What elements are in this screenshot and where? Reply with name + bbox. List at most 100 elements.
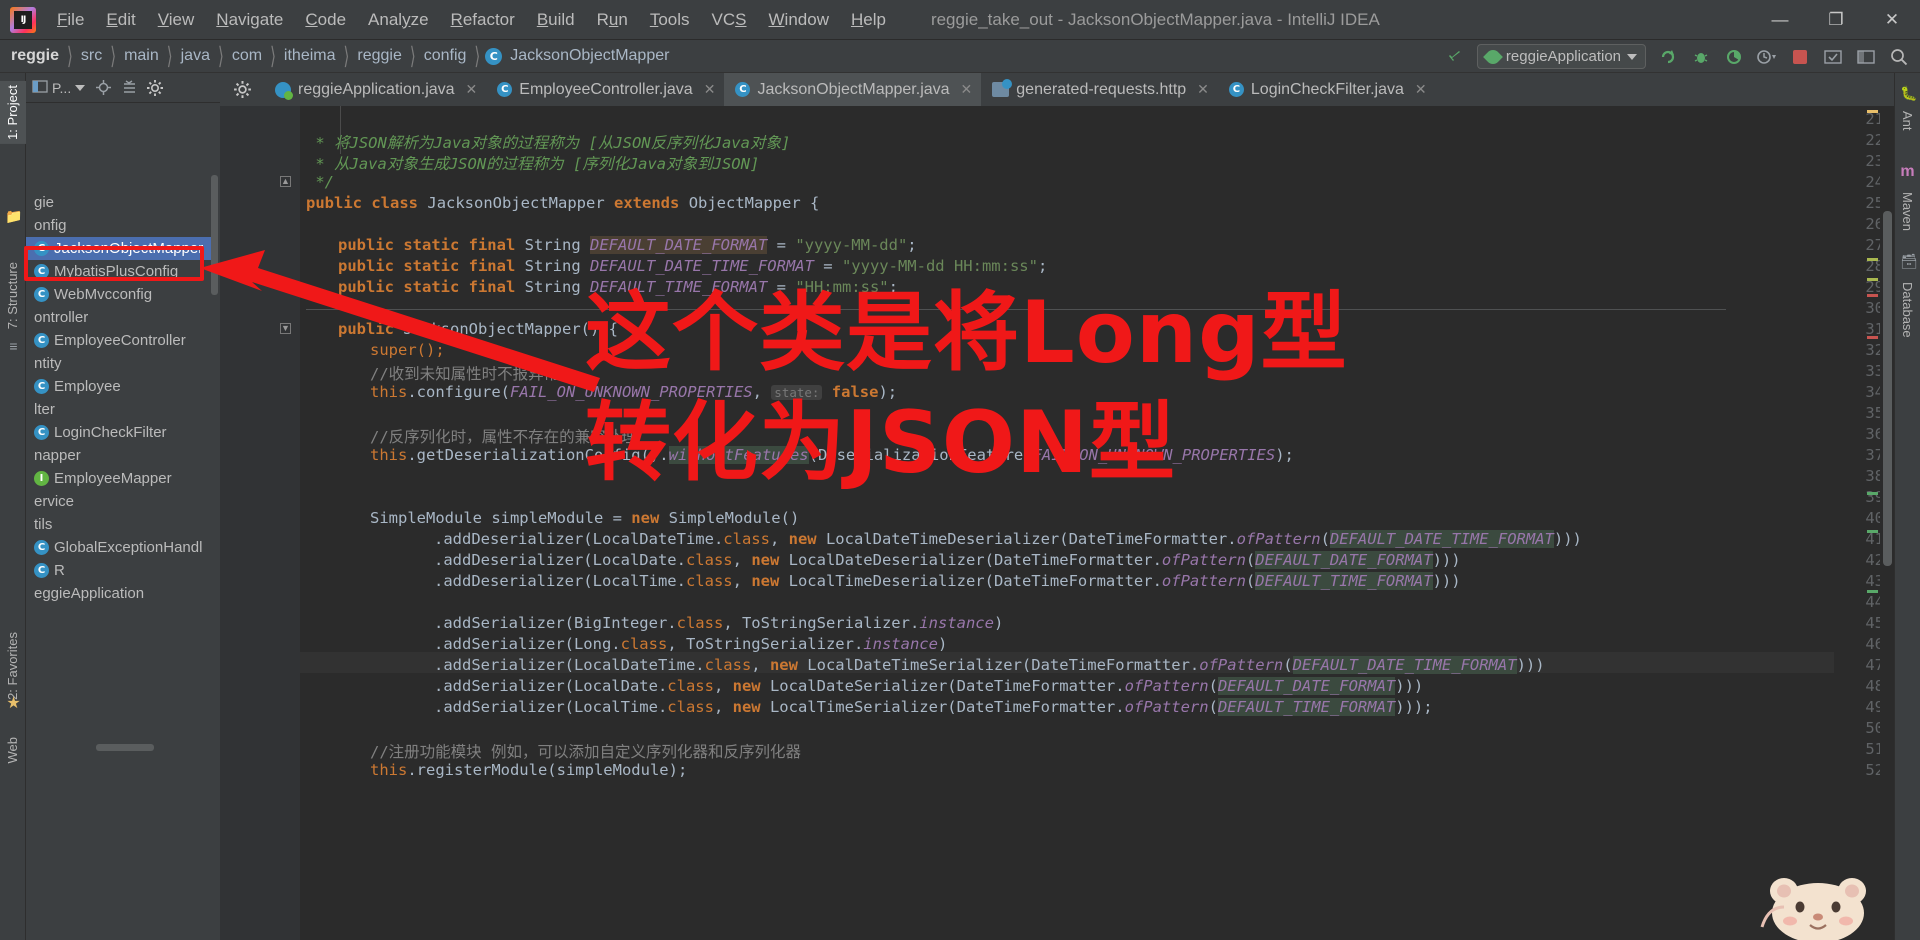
menu-item-edit[interactable]: Edit	[95, 6, 146, 34]
run-configuration-selector[interactable]: reggieApplication	[1476, 44, 1646, 69]
breadcrumb-item-itheima[interactable]: itheima	[281, 45, 339, 67]
menu-bar[interactable]: File Edit View Navigate Code Analyze Ref…	[46, 0, 897, 40]
close-icon[interactable]: ✕	[961, 81, 973, 98]
layout-icon[interactable]	[1851, 43, 1881, 70]
left-tool-strip[interactable]: 1: Project 📁 7: Structure ≡ 2: Favorites…	[0, 73, 26, 940]
minimize-button[interactable]: —	[1752, 0, 1808, 40]
project-panel-header[interactable]: P...	[26, 73, 220, 103]
fold-marker-icon[interactable]: ▲	[280, 176, 291, 187]
tree-item-jacksonobjectmapper[interactable]: C JacksonObjectMapper	[26, 237, 212, 260]
favorites-star-icon[interactable]: ★	[5, 693, 22, 712]
error-marker[interactable]	[1867, 336, 1878, 339]
tab-logincheckfilter-java[interactable]: C LoginCheckFilter.java ✕	[1217, 73, 1436, 106]
main-toolbar[interactable]: reggieApplication	[1440, 40, 1914, 73]
debug-icon[interactable]	[1686, 43, 1716, 70]
tab-employeecontroller-java[interactable]: C EmployeeController.java ✕	[486, 73, 725, 106]
sidebar-item-maven[interactable]: Maven	[1894, 188, 1920, 235]
project-tree-horizontal-scrollbar-area[interactable]	[26, 740, 220, 754]
tree-item-filter[interactable]: lter	[26, 398, 220, 421]
sidebar-item-ant[interactable]: Ant	[1894, 107, 1920, 135]
breadcrumb-item-reggie2[interactable]: reggie	[354, 45, 404, 67]
project-view-selector[interactable]: P...	[28, 77, 89, 98]
settings-gear-icon[interactable]	[143, 76, 167, 100]
tree-item-controller[interactable]: ontroller	[26, 306, 220, 329]
sidebar-item-project[interactable]: 1: Project	[0, 81, 26, 144]
search-everywhere-icon[interactable]	[1884, 43, 1914, 70]
error-marker[interactable]	[1867, 294, 1878, 297]
tree-item-mybatisplusconfig[interactable]: C MybatisPlusConfig	[26, 260, 220, 283]
tree-item-service[interactable]: ervice	[26, 490, 220, 513]
rerun-icon[interactable]	[1653, 43, 1683, 70]
build-hammer-icon[interactable]	[1440, 43, 1470, 70]
tab-jacksonobjectmapper-java[interactable]: C JacksonObjectMapper.java ✕	[724, 73, 982, 106]
editor-tab-bar[interactable]: reggieApplication.java ✕ C EmployeeContr…	[220, 73, 1894, 106]
tree-item-employee[interactable]: C Employee	[26, 375, 220, 398]
menu-item-tools[interactable]: Tools	[639, 6, 701, 34]
structure-icon[interactable]: ≡	[5, 338, 22, 355]
breadcrumb-item-com[interactable]: com	[229, 45, 265, 67]
tab-generated-requests-http[interactable]: generated-requests.http ✕	[981, 73, 1218, 106]
change-marker[interactable]	[1867, 590, 1878, 593]
collapse-all-icon[interactable]	[117, 76, 141, 100]
menu-item-build[interactable]: Build	[526, 6, 586, 34]
tree-item-reggie[interactable]: gie	[26, 191, 220, 214]
menu-item-window[interactable]: Window	[758, 6, 840, 34]
tree-item-config[interactable]: onfig	[26, 214, 220, 237]
change-marker[interactable]	[1867, 530, 1878, 533]
menu-item-help[interactable]: Help	[840, 6, 897, 34]
update-project-icon[interactable]	[1818, 43, 1848, 70]
window-controls[interactable]: — ❐ ✕	[1752, 0, 1920, 40]
maximize-button[interactable]: ❐	[1808, 0, 1864, 40]
tree-item-employeecontroller[interactable]: C EmployeeController	[26, 329, 220, 352]
breadcrumb-item-java[interactable]: java	[178, 45, 213, 67]
change-marker[interactable]	[1867, 492, 1878, 495]
menu-item-view[interactable]: View	[147, 6, 206, 34]
menu-item-run[interactable]: Run	[586, 6, 639, 34]
editor-scrollbar-thumb[interactable]	[1883, 211, 1892, 566]
close-button[interactable]: ✕	[1864, 0, 1920, 40]
editor-scrollbar-track[interactable]	[1880, 106, 1894, 940]
sidebar-item-structure[interactable]: 7: Structure	[0, 258, 26, 333]
close-icon[interactable]: ✕	[704, 81, 716, 98]
menu-item-analyze[interactable]: Analyze	[357, 6, 440, 34]
code-text[interactable]: * 将JSON解析为Java对象的过程称为 [从JSON反序列化Java对象] …	[306, 106, 1836, 940]
tree-item-globalexceptionhandler[interactable]: C GlobalExceptionHandl	[26, 536, 220, 559]
locate-icon[interactable]	[91, 76, 115, 100]
menu-item-navigate[interactable]: Navigate	[205, 6, 294, 34]
maven-m-icon[interactable]: m	[1899, 163, 1916, 180]
coverage-icon[interactable]	[1719, 43, 1749, 70]
close-icon[interactable]: ✕	[466, 81, 478, 98]
tree-item-reggieapplication[interactable]: eggieApplication	[26, 582, 220, 605]
tree-item-utils[interactable]: tils	[26, 513, 220, 536]
tree-item-employeemapper[interactable]: I EmployeeMapper	[26, 467, 220, 490]
project-tree-vertical-scrollbar[interactable]	[211, 175, 218, 295]
tree-item-mapper[interactable]: napper	[26, 444, 220, 467]
breadcrumb-item-main[interactable]: main	[121, 45, 162, 67]
tree-item-entity[interactable]: ntity	[26, 352, 220, 375]
tree-item-r[interactable]: CR	[26, 559, 220, 582]
editor-tabs-settings-gear-icon[interactable]	[220, 73, 264, 106]
change-marker[interactable]	[1867, 278, 1878, 281]
stop-icon[interactable]	[1785, 43, 1815, 70]
breadcrumb-item-src[interactable]: src	[78, 45, 105, 67]
close-icon[interactable]: ✕	[1415, 81, 1427, 98]
project-tree[interactable]: gie onfig C JacksonObjectMapper C MybatisP…	[26, 103, 220, 748]
tab-reggieapplication-java[interactable]: reggieApplication.java ✕	[264, 73, 487, 106]
tree-item-logincheckfilter[interactable]: C LoginCheckFilter	[26, 421, 220, 444]
project-tree-horizontal-scrollbar[interactable]	[96, 744, 154, 751]
database-icon[interactable]: 🗃	[1900, 253, 1918, 270]
menu-item-file[interactable]: File	[46, 6, 95, 34]
ant-icon[interactable]: 🐛	[1900, 85, 1917, 102]
project-folder-icon[interactable]: 📁	[5, 208, 22, 225]
change-marker[interactable]	[1867, 258, 1878, 261]
sidebar-item-web[interactable]: Web	[0, 733, 26, 768]
breadcrumb[interactable]: reggie ⟩ src ⟩ main ⟩ java ⟩ com ⟩ ithei…	[0, 43, 672, 70]
menu-item-code[interactable]: Code	[294, 6, 357, 34]
menu-item-vcs[interactable]: VCS	[701, 6, 758, 34]
breadcrumb-item-current[interactable]: JacksonObjectMapper	[507, 45, 672, 67]
fold-marker-icon[interactable]: ▼	[280, 323, 291, 334]
menu-item-refactor[interactable]: Refactor	[440, 6, 526, 34]
tree-item-webmvcconfig[interactable]: C WebMvcconfig	[26, 283, 220, 306]
profiler-icon[interactable]	[1752, 43, 1782, 70]
breadcrumb-item-config[interactable]: config	[421, 45, 470, 67]
